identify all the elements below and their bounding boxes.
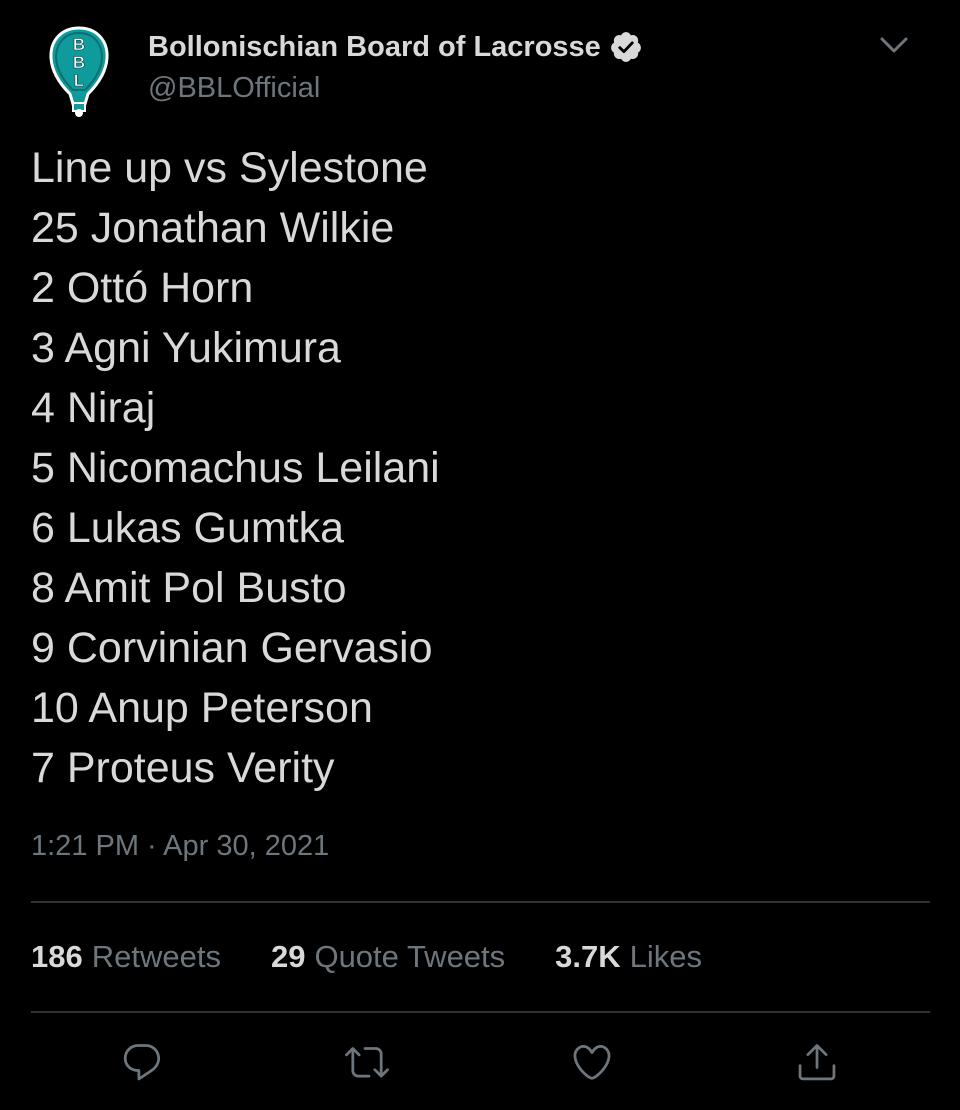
likes-count: 3.7K <box>555 939 621 974</box>
tweet-line: 25 Jonathan Wilkie <box>31 204 395 252</box>
tweet-line: 10 Anup Peterson <box>31 684 373 732</box>
tweet-line: 5 Nicomachus Leilani <box>31 444 440 492</box>
quote-tweets-stat[interactable]: 29 Quote Tweets <box>271 939 505 975</box>
tweet-line: 4 Niraj <box>31 384 156 432</box>
divider <box>31 1011 930 1013</box>
retweets-stat[interactable]: 186 Retweets <box>31 939 221 975</box>
tweet-line: 3 Agni Yukimura <box>31 324 341 372</box>
tweet-line: 6 Lukas Gumtka <box>31 504 345 552</box>
tweet-line: 9 Corvinian Gervasio <box>31 624 433 672</box>
reply-button[interactable] <box>118 1038 166 1086</box>
author-name-row[interactable]: Bollonischian Board of Lacrosse <box>148 28 643 66</box>
avatar-logo-butt <box>75 109 83 117</box>
verified-badge-icon <box>610 32 641 62</box>
retweets-label: Retweets <box>91 939 221 974</box>
share-icon <box>798 1044 836 1081</box>
tweet-line: 8 Amit Pol Busto <box>31 564 347 612</box>
quote-tweets-count: 29 <box>270 939 306 974</box>
heart-icon <box>573 1044 611 1080</box>
chevron-down-icon[interactable] <box>876 30 912 60</box>
avatar-letter-1: B <box>73 35 85 54</box>
avatar-letter-2: B <box>73 53 85 72</box>
engagement-stats: 186 Retweets 29 Quote Tweets 3.7K Likes <box>31 936 702 978</box>
tweet-line: Line up vs Sylestone <box>31 144 428 192</box>
quote-tweets-label: Quote Tweets <box>314 939 506 974</box>
divider <box>31 901 930 903</box>
likes-label: Likes <box>629 939 703 974</box>
avatar-letter-3: L <box>74 71 84 90</box>
retweet-icon <box>345 1047 389 1078</box>
likes-stat[interactable]: 3.7K Likes <box>555 939 702 975</box>
tweet-line: 2 Ottó Horn <box>31 264 254 312</box>
retweets-count: 186 <box>31 939 83 974</box>
avatar[interactable]: B B L <box>48 26 110 118</box>
tweet-timestamp[interactable]: 1:21 PM · Apr 30, 2021 <box>31 830 329 863</box>
author-handle[interactable]: @BBLOfficial <box>148 72 320 105</box>
like-button[interactable] <box>568 1038 616 1086</box>
share-button[interactable] <box>793 1038 841 1086</box>
tweet-text: Line up vs Sylestone 25 Jonathan Wilkie … <box>31 138 931 798</box>
retweet-button[interactable] <box>343 1038 391 1086</box>
tweet-line: 7 Proteus Verity <box>31 744 335 792</box>
author-display-name[interactable]: Bollonischian Board of Lacrosse <box>148 31 601 64</box>
reply-icon <box>123 1044 161 1081</box>
